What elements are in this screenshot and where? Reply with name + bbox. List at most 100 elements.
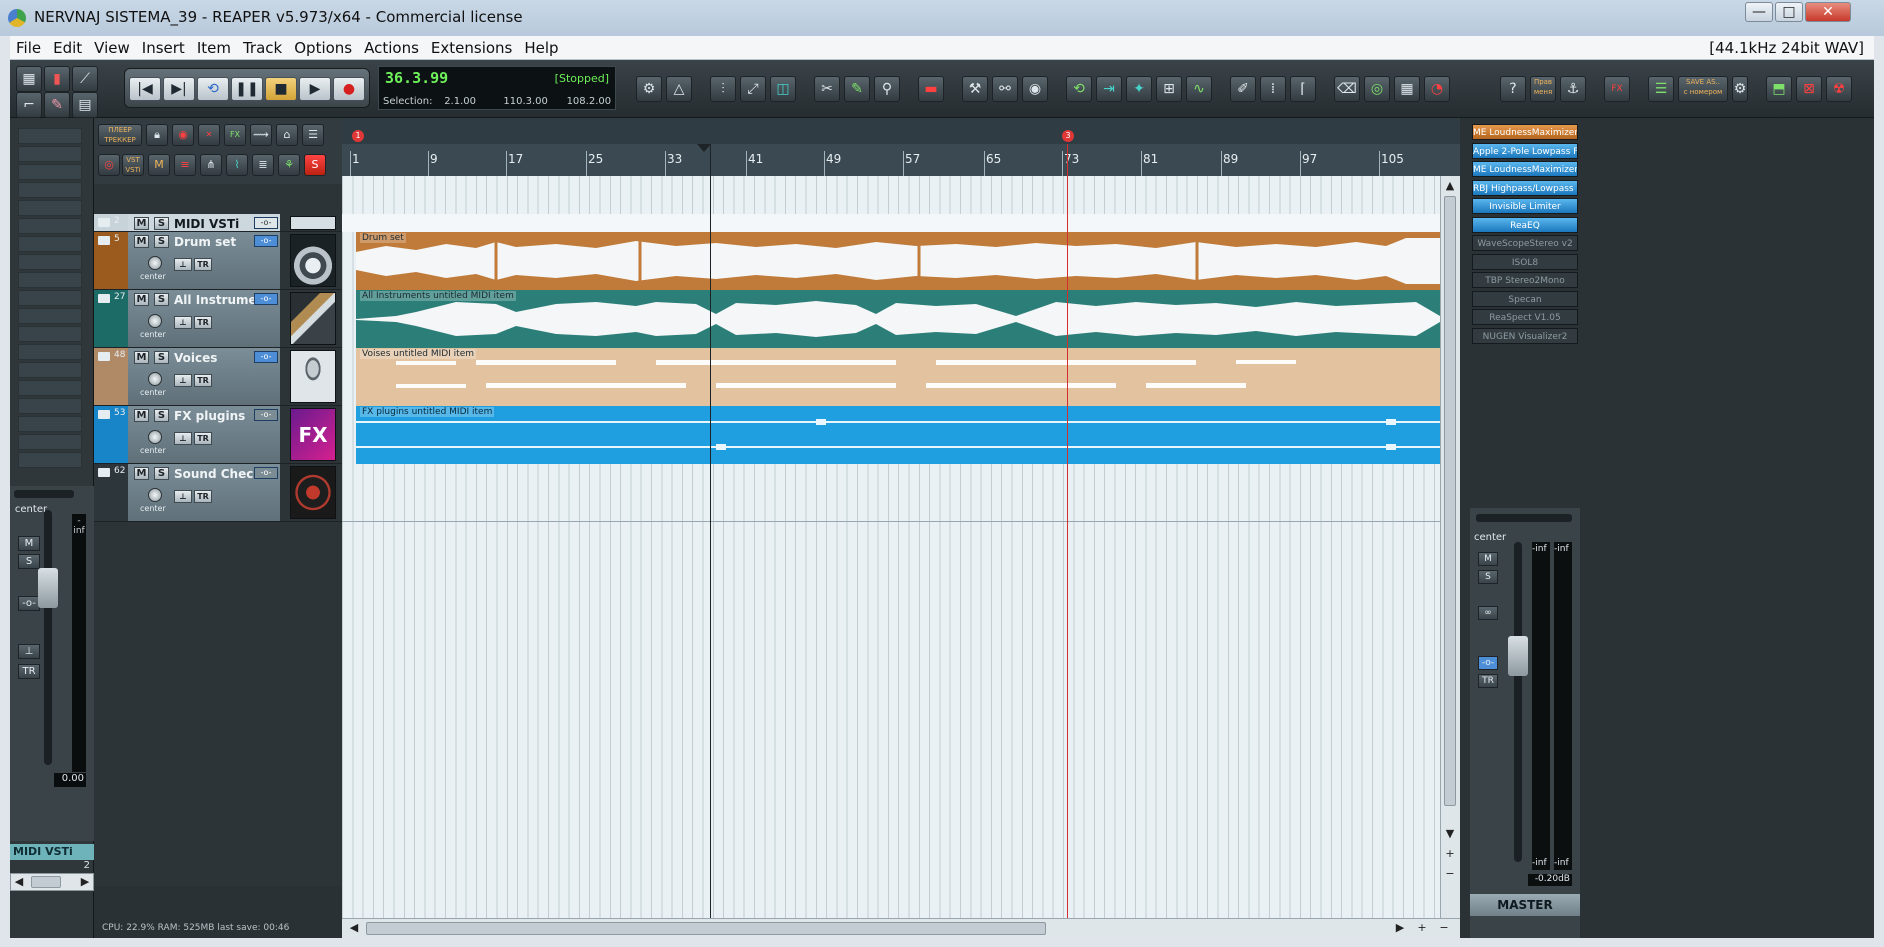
track-name[interactable]: Voices — [174, 351, 217, 365]
monitor-icon[interactable]: ◎ — [98, 154, 120, 176]
menu-view[interactable]: View — [88, 36, 136, 60]
fx-slot[interactable]: Invisible Limiter — [1472, 198, 1578, 214]
solo-button[interactable]: S — [154, 293, 169, 306]
fx-remove-icon[interactable]: ✕ — [198, 124, 220, 146]
fx-slot-empty[interactable] — [18, 308, 82, 324]
pan-slider[interactable] — [14, 490, 74, 498]
fx-slot[interactable]: Apple 2-Pole Lowpass Filter — [1472, 142, 1578, 159]
envelope-icon[interactable]: ⟋ — [72, 66, 98, 92]
solo-button[interactable]: S — [154, 235, 169, 248]
fx-slot-empty[interactable] — [18, 452, 82, 468]
render-icon[interactable]: ◎ — [1364, 76, 1390, 102]
repeat-button[interactable]: ⟲ — [197, 77, 229, 101]
scroll-right-icon[interactable]: ▶ — [1392, 920, 1408, 936]
menu-edit[interactable]: Edit — [47, 36, 88, 60]
track-drum-set[interactable]: 5 M S Drum set -o- center ⊥ TR — [94, 232, 342, 290]
scroll-left-icon[interactable]: ◀ — [11, 874, 27, 890]
fader-cap[interactable] — [38, 568, 58, 608]
track-sound-check[interactable]: 62 M S Sound Check -o- center ⊥ TR — [94, 464, 342, 522]
fx-bypass-icon[interactable]: FX — [1604, 76, 1630, 102]
fx-slot-empty[interactable] — [18, 290, 82, 306]
folder-icon[interactable] — [98, 294, 110, 303]
fx-slot-empty[interactable] — [18, 434, 82, 450]
lock-icon[interactable]: 🔒︎ — [146, 124, 168, 146]
fx-slot[interactable]: Specan — [1472, 290, 1578, 307]
track-fx-plugins[interactable]: 53 M S FX plugins -o- center ⊥ TR FX — [94, 406, 342, 464]
color-icon[interactable]: ▮ — [44, 66, 70, 92]
fx-slot-empty[interactable] — [18, 326, 82, 342]
folder-icon[interactable] — [98, 468, 110, 477]
scroll-right-icon[interactable]: ▶ — [77, 874, 93, 890]
io-button[interactable]: -o- — [254, 467, 278, 479]
zoom-out-vertical-icon[interactable]: − — [1442, 866, 1458, 882]
list-icon[interactable]: ☰ — [1648, 76, 1674, 102]
help-icon[interactable]: ? — [1500, 76, 1526, 102]
solo-button[interactable]: S — [154, 217, 169, 230]
fx-slot[interactable]: WaveScopeStereo v2 — [1472, 235, 1578, 251]
master-fader-cap[interactable] — [1508, 636, 1528, 676]
folder-icon[interactable] — [98, 352, 110, 361]
snap-icon[interactable]: ✦ — [1126, 76, 1152, 102]
pan-knob[interactable] — [148, 372, 162, 386]
s-icon[interactable]: S — [304, 154, 326, 176]
tr-button[interactable]: TR — [194, 258, 212, 271]
play-button[interactable]: ▶ — [299, 77, 331, 101]
fx-slot-empty[interactable] — [18, 164, 82, 180]
volume-fader[interactable] — [38, 510, 58, 765]
region-icon[interactable]: ⌈ — [1290, 76, 1316, 102]
master-tr-button[interactable]: TR — [1478, 674, 1498, 688]
mute-button[interactable]: M — [134, 235, 149, 248]
record-mode-icon[interactable]: ≣ — [252, 154, 274, 176]
player-tracker-button[interactable]: ПЛЕЕР ТРЕККЕР — [98, 124, 142, 146]
menu-actions[interactable]: Actions — [358, 36, 425, 60]
menu-file[interactable]: File — [10, 36, 47, 60]
fx-show-icon[interactable]: FX — [224, 124, 246, 146]
zoom-out-horizontal-icon[interactable]: − — [1436, 920, 1452, 936]
fx-slot[interactable]: TBP Stereo2Mono — [1472, 272, 1578, 288]
stack-icon[interactable]: ≡ — [174, 154, 196, 176]
folder-icon[interactable] — [98, 410, 110, 419]
solo-button[interactable]: S — [154, 351, 169, 364]
snapshot-icon[interactable]: ◫ — [770, 76, 796, 102]
track-voices[interactable]: 48 M S Voices -o- center ⊥ TR — [94, 348, 342, 406]
fx-slot[interactable]: ISOL8 — [1472, 253, 1578, 270]
solo-button[interactable]: S — [18, 554, 40, 569]
vertical-scrollbar[interactable]: ▲ ▼ + − — [1440, 176, 1460, 918]
menu-help[interactable]: Help — [518, 36, 564, 60]
go-to-end-button[interactable]: ▶| — [163, 77, 195, 101]
record-monitor-icon[interactable]: ◉ — [172, 124, 194, 146]
project-format-label[interactable]: [44.1kHz 24bit WAV] — [1709, 36, 1864, 60]
fx-slot-empty[interactable] — [18, 398, 82, 414]
record-arm-icon[interactable]: ◔ — [1424, 76, 1450, 102]
menu-extensions[interactable]: Extensions — [425, 36, 518, 60]
track-name[interactable]: Sound Check — [174, 467, 261, 481]
position-display[interactable]: 36.3.99 [Stopped] Selection: 2.1.00 110.… — [378, 66, 616, 110]
fx-slot-empty[interactable] — [18, 362, 82, 378]
fx-slot-empty[interactable] — [18, 236, 82, 252]
marker-1[interactable]: 1 — [352, 130, 364, 142]
fx-slot-empty[interactable] — [18, 272, 82, 288]
fx-slot-empty[interactable] — [18, 182, 82, 198]
fx-slot-empty[interactable] — [18, 200, 82, 216]
fx-slot[interactable]: RBJ Highpass/Lowpass Filter — [1472, 179, 1578, 196]
io-button[interactable]: -o- — [254, 409, 278, 421]
curve-icon[interactable]: ⌐ — [16, 92, 42, 118]
phase-button[interactable]: ⊥ — [174, 432, 192, 445]
menu-options[interactable]: Options — [288, 36, 358, 60]
lane-midi-vsti[interactable] — [342, 214, 1440, 232]
io-button[interactable]: -o- — [254, 235, 278, 247]
scroll-left-icon[interactable]: ◀ — [346, 920, 362, 936]
metronome-icon[interactable]: △ — [666, 76, 692, 102]
pan-knob[interactable] — [148, 256, 162, 270]
fx-slot-empty[interactable] — [18, 344, 82, 360]
fx-slot[interactable]: NUGEN Visualizer2 — [1472, 327, 1578, 344]
io-button[interactable]: -o- — [18, 596, 40, 611]
fx-slot-empty[interactable] — [18, 146, 82, 162]
horizontal-scroll-thumb[interactable] — [366, 922, 1046, 935]
spectrum-icon[interactable]: ∿ — [1186, 76, 1212, 102]
track-list-icon[interactable]: ☰ — [302, 124, 324, 146]
table-icon[interactable]: ▦ — [1394, 76, 1420, 102]
horizontal-scrollbar[interactable]: ◀ ▶ + − — [342, 918, 1460, 938]
stop-button[interactable]: ■ — [265, 77, 297, 101]
master-io-button[interactable]: -o- — [1478, 656, 1498, 670]
